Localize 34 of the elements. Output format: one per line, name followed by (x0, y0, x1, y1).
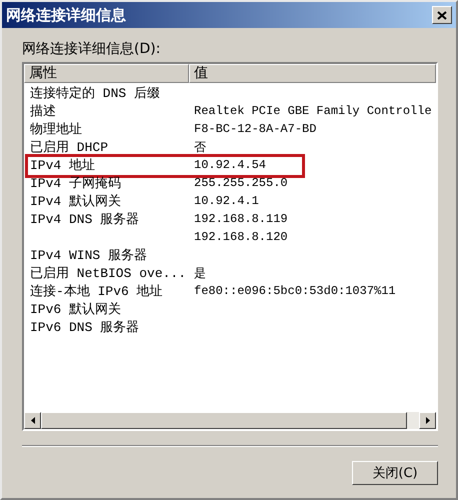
value-cell-text: 255.255.255.0 (193, 176, 289, 190)
property-cell-text: 物理地址 (29, 121, 83, 138)
property-cell-text: IPv4 子网掩码 (29, 175, 122, 192)
property-cell-text: 已启用 NetBIOS ove... (29, 265, 188, 282)
column-header[interactable]: 属性 (24, 64, 189, 83)
value-cell-text: 否 (193, 140, 207, 156)
right-arrow-icon (426, 417, 430, 424)
scroll-left-button[interactable] (24, 412, 41, 429)
value-cell-text: fe80::e096:5bc0:53d0:1037%11 (193, 284, 397, 298)
close-button[interactable] (432, 6, 452, 24)
property-cell-text: IPv4 地址 (29, 157, 96, 174)
left-arrow-icon (30, 417, 34, 424)
property-cell-text: IPv4 DNS 服务器 (29, 211, 140, 228)
value-cell-text: 10.92.4.1 (193, 194, 260, 208)
scroll-right-button[interactable] (419, 412, 436, 429)
property-cell-text: IPv6 DNS 服务器 (29, 319, 140, 336)
property-cell-text: 连接特定的 DNS 后缀 (29, 85, 162, 102)
close-icon (437, 10, 447, 20)
property-cell-text: 已启用 DHCP (29, 139, 110, 156)
property-cell-text: IPv6 默认网关 (29, 301, 122, 318)
column-header[interactable]: 值 (189, 64, 436, 83)
property-cell-text: 描述 (29, 103, 57, 120)
value-cell-text: 192.168.8.120 (193, 230, 289, 244)
value-cell-text: 是 (193, 266, 207, 282)
close-dialog-button[interactable]: 关闭(C) (352, 461, 438, 485)
value-cell-text: 192.168.8.119 (193, 212, 289, 226)
value-cell-text: Realtek PCIe GBE Family Controlle (193, 104, 433, 118)
list-label: 网络连接详细信息(D): (22, 40, 162, 58)
property-cell-text: IPv4 WINS 服务器 (29, 247, 148, 264)
value-cell-text: 10.92.4.54 (193, 158, 268, 172)
property-cell-text: IPv4 默认网关 (29, 193, 122, 210)
value-cell-text: F8-BC-12-8A-A7-BD (193, 122, 318, 136)
property-cell-text: 连接-本地 IPv6 地址 (29, 283, 164, 300)
window-title: 网络连接详细信息 (6, 6, 126, 24)
